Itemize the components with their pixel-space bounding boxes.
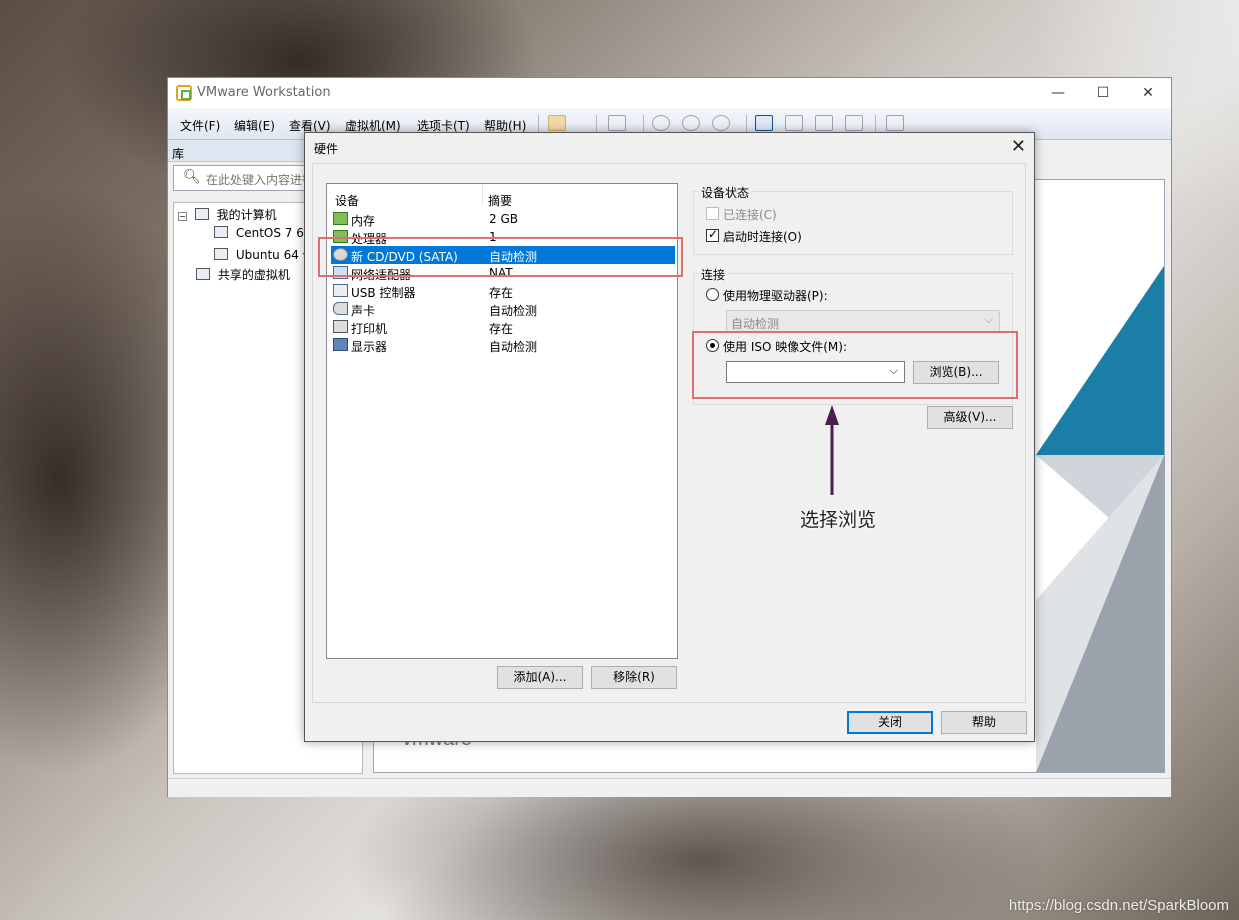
unity-icon[interactable]	[845, 115, 863, 131]
display-icon	[333, 338, 348, 351]
tree-label: 共享的虚拟机	[217, 268, 290, 282]
maximize-icon[interactable]: ☐	[1088, 82, 1118, 104]
device-summary: 自动检测	[489, 340, 538, 354]
device-name: 打印机	[351, 322, 388, 336]
dialog-title: 硬件	[314, 142, 339, 156]
column-header-summary[interactable]: 摘要	[488, 192, 512, 209]
snapshot-manager-icon[interactable]	[712, 115, 730, 131]
help-button[interactable]: 帮助	[941, 711, 1027, 734]
device-status-label: 设备状态	[699, 184, 752, 201]
highlight-box-cd-dvd	[318, 237, 683, 277]
tree-item-vm[interactable]: Ubuntu 64 位	[214, 246, 315, 263]
sound-icon	[333, 302, 348, 315]
pause-icon[interactable]	[548, 115, 566, 131]
vm-icon	[214, 226, 228, 238]
device-summary: 自动检测	[489, 304, 538, 318]
computer-icon	[194, 208, 209, 220]
toolbar-separator	[538, 115, 539, 133]
toolbar-separator	[643, 115, 644, 133]
connection-label: 连接	[699, 266, 728, 283]
physical-drive-value: 自动检测	[731, 317, 780, 331]
remove-device-button[interactable]: 移除(R)	[591, 666, 677, 689]
annotation-caption: 选择浏览	[800, 509, 877, 531]
advanced-button[interactable]: 高级(V)...	[927, 406, 1013, 429]
device-summary: 2 GB	[489, 212, 518, 226]
send-keys-icon[interactable]	[608, 115, 626, 131]
close-dialog-icon[interactable]: ✕	[1011, 136, 1026, 157]
menu-file[interactable]: 文件(F)	[180, 117, 220, 134]
vmware-logo-icon	[176, 85, 192, 101]
tree-item-vm[interactable]: CentOS 7 64	[214, 226, 312, 240]
connected-checkbox[interactable]	[706, 207, 719, 220]
minimize-icon[interactable]: —	[1043, 82, 1073, 104]
library-view-icon[interactable]	[755, 115, 773, 131]
device-row[interactable]: USB 控制器 存在	[331, 282, 675, 300]
device-name: USB 控制器	[351, 286, 416, 300]
search-icon: 🔍︎	[183, 169, 201, 185]
device-row[interactable]: 声卡 自动检测	[331, 300, 675, 318]
toolbar-separator	[746, 115, 747, 133]
snapshot-icon[interactable]	[652, 115, 670, 131]
blog-watermark: https://blog.csdn.net/SparkBloom	[1008, 897, 1229, 914]
toolbar-separator	[875, 115, 876, 133]
connected-label: 已连接(C)	[723, 208, 777, 222]
tree-item-shared-vms[interactable]: 共享的虚拟机	[196, 266, 290, 283]
connect-at-power-on-checkbox[interactable]	[706, 227, 719, 242]
title-bar: VMware Workstation — ☐ ✕	[168, 78, 1171, 108]
annotation-arrow-icon	[825, 405, 839, 495]
window-title: VMware Workstation	[197, 85, 331, 100]
collapse-icon[interactable]: −	[178, 212, 187, 221]
tree-item-my-computer[interactable]: − 我的计算机	[178, 206, 277, 223]
physical-drive-radio[interactable]	[706, 288, 719, 301]
console-view-icon[interactable]	[886, 115, 904, 131]
search-placeholder: 在此处键入内容进行	[206, 173, 315, 187]
physical-drive-select[interactable]: 自动检测 ⌵	[726, 310, 1000, 332]
home-graphic	[1036, 266, 1164, 772]
vm-icon	[214, 248, 228, 260]
device-summary: 存在	[489, 322, 514, 336]
shared-vm-icon	[196, 268, 210, 280]
close-window-icon[interactable]: ✕	[1133, 82, 1163, 104]
toolbar-separator	[596, 115, 597, 133]
revert-snapshot-icon[interactable]	[682, 115, 700, 131]
fullscreen-icon[interactable]	[815, 115, 833, 131]
chevron-down-icon: ⌵	[984, 313, 993, 326]
close-button[interactable]: 关闭	[847, 711, 933, 734]
tree-label: 我的计算机	[216, 208, 277, 222]
printer-icon	[333, 320, 348, 333]
device-row[interactable]: 内存 2 GB	[331, 210, 675, 228]
highlight-box-iso	[692, 331, 1018, 399]
column-divider	[482, 184, 483, 206]
tree-label: Ubuntu 64 位	[235, 248, 315, 262]
column-header-device[interactable]: 设备	[335, 192, 359, 209]
device-name: 声卡	[351, 304, 376, 318]
thumbnail-view-icon[interactable]	[785, 115, 803, 131]
device-row[interactable]: 打印机 存在	[331, 318, 675, 336]
menu-edit[interactable]: 编辑(E)	[234, 117, 275, 134]
library-title: 库	[172, 147, 185, 161]
usb-icon	[333, 284, 348, 297]
physical-drive-label: 使用物理驱动器(P):	[723, 289, 828, 303]
add-device-button[interactable]: 添加(A)...	[497, 666, 583, 689]
connect-at-power-on-label: 启动时连接(O)	[723, 230, 802, 244]
device-name: 显示器	[351, 340, 388, 354]
status-bar	[168, 778, 1171, 797]
memory-icon	[333, 212, 348, 225]
hardware-dialog: 硬件 ✕ 设备 摘要 内存 2 GB 处理器 1 新 CD/DVD (SATA)…	[304, 132, 1035, 742]
device-summary: 存在	[489, 286, 514, 300]
device-row[interactable]: 显示器 自动检测	[331, 336, 675, 354]
device-name: 内存	[351, 214, 376, 228]
tree-label: CentOS 7 64	[235, 226, 312, 240]
